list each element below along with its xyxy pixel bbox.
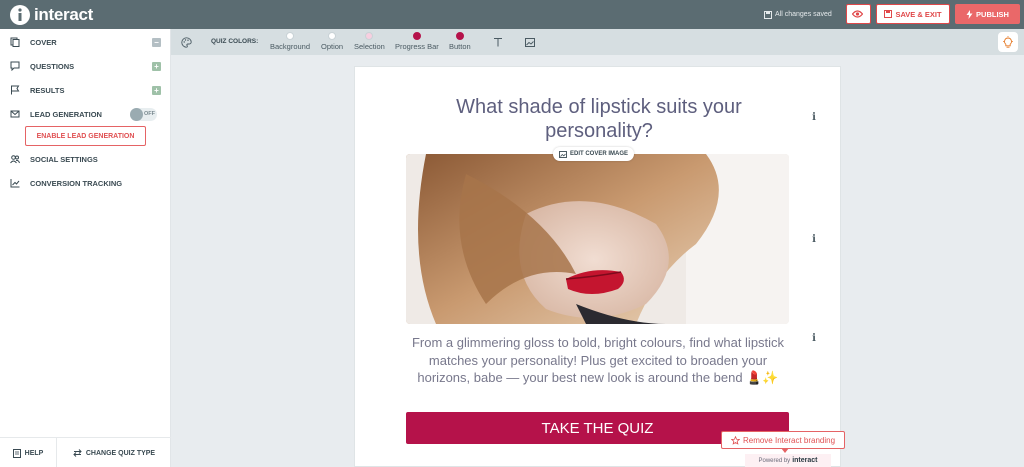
powered-by-brand: interact — [792, 457, 818, 464]
design-toolbar: QUIZ COLORS: Background Option Selection… — [171, 29, 1024, 55]
image-info-icon[interactable]: i — [810, 235, 818, 245]
pages-icon — [10, 37, 20, 47]
quiz-colors-label: QUIZ COLORS: — [211, 38, 259, 45]
button-color-swatch[interactable]: Button — [449, 32, 471, 51]
help-label: HELP — [24, 449, 44, 457]
edit-cover-image-button[interactable]: EDIT COVER IMAGE — [553, 147, 635, 161]
tooltip-caret — [781, 448, 789, 453]
interact-logo-icon — [10, 4, 30, 25]
color-dot — [286, 32, 295, 40]
cover-image[interactable] — [406, 154, 789, 324]
powered-by-badge: Powered by interact — [745, 454, 831, 467]
sidebar-item-questions[interactable]: QUESTIONS + — [0, 56, 171, 76]
swatch-label: Background — [270, 42, 311, 51]
change-quiz-type-label: CHANGE QUIZ TYPE — [85, 449, 156, 457]
edit-cover-image-label: EDIT COVER IMAGE — [570, 151, 629, 157]
lead-generation-toggle[interactable]: OFF — [130, 107, 157, 121]
tips-button[interactable] — [998, 32, 1018, 52]
progress-bar-color-swatch[interactable]: Progress Bar — [395, 32, 439, 51]
sidebar-footer: HELP CHANGE QUIZ TYPE — [0, 437, 171, 467]
save-exit-label: SAVE & EXIT — [895, 9, 942, 19]
description-info-icon[interactable]: i — [810, 334, 818, 344]
flag-icon — [10, 85, 20, 95]
color-dot — [412, 32, 421, 40]
swap-icon — [73, 449, 82, 457]
swatch-label: Option — [321, 42, 344, 51]
publish-button[interactable]: PUBLISH — [955, 4, 1020, 24]
lightbulb-icon — [1003, 35, 1013, 48]
color-dot — [365, 32, 374, 40]
palette-button[interactable] — [171, 29, 201, 55]
cover-description[interactable]: From a glimmering gloss to bold, bright … — [410, 334, 786, 387]
image-icon — [525, 37, 535, 47]
background-image-button[interactable] — [523, 35, 537, 49]
cover-photo — [406, 154, 789, 324]
remove-branding-label: Remove Interact branding — [742, 435, 836, 445]
disk-icon — [884, 10, 893, 18]
users-icon — [10, 154, 20, 164]
star-icon — [730, 435, 740, 445]
sidebar-item-cover[interactable]: COVER − — [0, 32, 171, 52]
add-question-button[interactable]: + — [152, 61, 161, 71]
book-icon — [12, 448, 21, 458]
background-color-swatch[interactable]: Background — [270, 32, 310, 51]
palette-icon — [180, 36, 192, 48]
enable-lead-generation-button[interactable]: ENABLE LEAD GENERATION — [25, 126, 146, 146]
swatch-label: Selection — [354, 42, 385, 51]
sidebar-item-conversion-tracking[interactable]: CONVERSION TRACKING — [0, 173, 171, 193]
sidebar-item-label: LEAD GENERATION — [30, 109, 102, 119]
save-exit-button[interactable]: SAVE & EXIT — [876, 4, 950, 24]
publish-label: PUBLISH — [976, 9, 1009, 19]
sidebar-item-label: RESULTS — [30, 85, 65, 95]
disk-icon — [764, 10, 772, 19]
swatch-label: Progress Bar — [395, 42, 439, 51]
sidebar-item-social-settings[interactable]: SOCIAL SETTINGS — [0, 149, 171, 169]
option-color-swatch[interactable]: Option — [321, 32, 343, 51]
text-icon — [494, 38, 502, 47]
brand-name: interact — [34, 4, 94, 24]
toggle-state: OFF — [144, 110, 155, 117]
comment-icon — [10, 61, 20, 71]
top-bar: interact All changes saved SAVE & EXIT P… — [0, 0, 1024, 29]
font-settings-button[interactable] — [491, 35, 505, 49]
color-dot — [455, 32, 464, 40]
toggle-knob — [130, 107, 143, 121]
title-info-icon[interactable]: i — [810, 113, 818, 123]
powered-by-text: Powered by — [758, 457, 791, 464]
sidebar-item-lead-generation[interactable]: LEAD GENERATION OFF — [0, 104, 171, 124]
swatch-label: Button — [449, 42, 471, 51]
image-icon — [559, 150, 567, 158]
save-status-text: All changes saved — [775, 11, 832, 18]
color-dot — [328, 32, 337, 40]
selection-color-swatch[interactable]: Selection — [354, 32, 385, 51]
logo[interactable]: interact — [9, 4, 93, 26]
chart-icon — [10, 178, 20, 188]
cover-title[interactable]: What shade of lipstick suits your person… — [430, 95, 768, 143]
sidebar-item-label: SOCIAL SETTINGS — [30, 154, 98, 164]
preview-button[interactable] — [846, 4, 871, 24]
help-button[interactable]: HELP — [0, 438, 57, 467]
sidebar-item-label: COVER — [30, 37, 57, 47]
sidebar-item-label: CONVERSION TRACKING — [30, 178, 123, 188]
sidebar-item-label: QUESTIONS — [30, 61, 75, 71]
mail-icon — [10, 109, 20, 119]
sidebar: COVER − QUESTIONS + RESULTS + LEAD GENER… — [0, 29, 171, 467]
eye-icon — [851, 10, 863, 18]
sidebar-item-results[interactable]: RESULTS + — [0, 80, 171, 100]
collapse-button[interactable]: − — [152, 37, 161, 47]
change-quiz-type-button[interactable]: CHANGE QUIZ TYPE — [57, 438, 171, 467]
save-status: All changes saved — [764, 0, 832, 29]
remove-branding-button[interactable]: Remove Interact branding — [721, 431, 845, 449]
lightning-icon — [966, 9, 973, 19]
add-result-button[interactable]: + — [152, 85, 161, 95]
